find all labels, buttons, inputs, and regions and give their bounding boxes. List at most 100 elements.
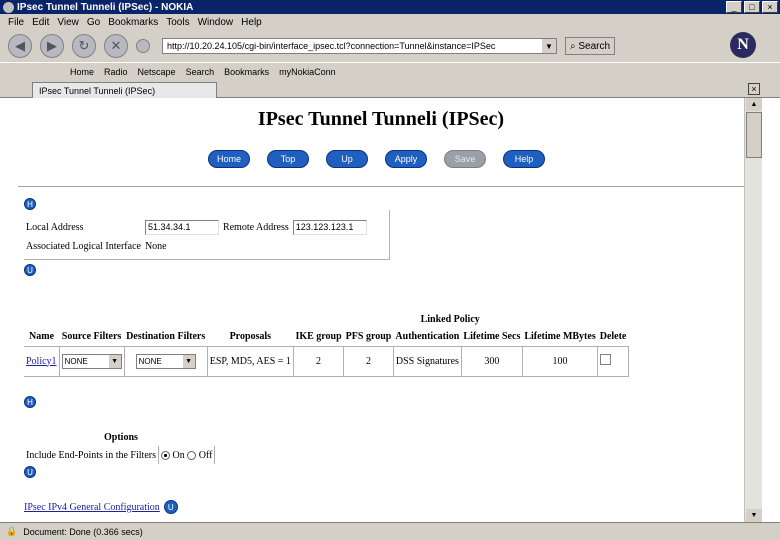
- linked-policy-heading: Linked Policy: [420, 313, 480, 325]
- url-field[interactable]: http://10.20.24.105/cgi-bin/interface_ip…: [162, 38, 557, 54]
- general-config-row: IPsec IPv4 General Configuration U: [24, 500, 178, 514]
- menu-edit[interactable]: Edit: [32, 17, 49, 28]
- save-button[interactable]: Save: [444, 150, 486, 168]
- tab-label: IPsec Tunnel Tunneli (IPSec): [39, 85, 156, 96]
- apply-button[interactable]: Apply: [385, 150, 427, 168]
- back-icon[interactable]: ◀: [8, 34, 32, 58]
- ike-group-value: 2: [293, 346, 345, 376]
- menu-bookmarks[interactable]: Bookmarks: [108, 17, 158, 28]
- col-proposals: Proposals: [229, 331, 272, 343]
- col-ike-group: IKE group: [295, 331, 342, 343]
- personal-bookmarks[interactable]: Bookmarks: [224, 67, 269, 77]
- personal-radio[interactable]: Radio: [104, 67, 128, 77]
- page-content: IPsec Tunnel Tunneli (IPSec) Home Top Up…: [18, 98, 744, 522]
- general-config-link[interactable]: IPsec IPv4 General Configuration: [24, 502, 160, 513]
- source-filter-select[interactable]: NONE ▼: [61, 353, 122, 369]
- linked-policy-table: Linked Policy Name Source Filters Destin…: [24, 310, 629, 377]
- scroll-thumb[interactable]: [746, 112, 762, 158]
- lifetime-secs-value: 300: [461, 346, 523, 376]
- col-pfs-group: PFS group: [345, 331, 392, 343]
- reload-icon[interactable]: ↻: [72, 34, 96, 58]
- personal-toolbar: Home Radio Netscape Search Bookmarks myN…: [0, 62, 780, 80]
- destination-filter-value: NONE: [138, 356, 162, 366]
- include-endpoints-label: Include End-Points in the Filters: [24, 446, 159, 464]
- top-button[interactable]: Top: [267, 150, 309, 168]
- forward-icon[interactable]: ▶: [40, 34, 64, 58]
- navigation-toolbar: ◀ ▶ ↻ ✕ http://10.20.24.105/cgi-bin/inte…: [0, 30, 780, 62]
- menu-tools[interactable]: Tools: [166, 17, 189, 28]
- radio-off[interactable]: [187, 450, 197, 460]
- search-button[interactable]: ⌕ Search: [565, 37, 616, 55]
- lifetime-mbytes-value: 100: [522, 346, 599, 376]
- menu-view[interactable]: View: [57, 17, 79, 28]
- url-dropdown-icon[interactable]: ▼: [542, 39, 556, 53]
- vertical-scrollbar[interactable]: ▲ ▼: [744, 98, 762, 522]
- personal-mynokiaconn[interactable]: myNokiaConn: [279, 67, 336, 77]
- search-label: Search: [578, 40, 611, 52]
- help-circle-icon[interactable]: H: [24, 396, 36, 408]
- page-title: IPsec Tunnel Tunneli (IPSec): [257, 108, 505, 130]
- delete-checkbox[interactable]: [600, 354, 612, 365]
- remote-address-label: Remote Address: [222, 222, 289, 233]
- local-address-label: Local Address: [26, 222, 84, 233]
- radio-off-label: Off: [198, 449, 213, 461]
- scroll-up-icon[interactable]: ▲: [746, 98, 762, 111]
- status-text: Document: Done (0.366 secs): [23, 526, 143, 537]
- up-circle-icon[interactable]: U: [163, 500, 178, 514]
- col-authentication: Authentication: [395, 331, 460, 343]
- window-title: IPsec Tunnel Tunneli (IPSec) - NOKIA: [17, 1, 194, 13]
- radio-on-label: On: [172, 449, 185, 461]
- authentication-value: DSS Signatures: [393, 346, 462, 376]
- remote-address-input[interactable]: 123.123.123.1: [292, 220, 367, 235]
- destination-filter-select[interactable]: NONE ▼: [135, 353, 196, 369]
- chevron-down-icon: ▼: [108, 354, 121, 368]
- status-bar: 🔒 Document: Done (0.366 secs): [0, 522, 780, 540]
- page-icon: [136, 39, 150, 53]
- personal-home[interactable]: Home: [70, 67, 94, 77]
- action-buttons: Home Top Up Apply Save Help: [208, 150, 562, 168]
- col-delete: Delete: [599, 331, 627, 343]
- maximize-button[interactable]: □: [744, 1, 760, 13]
- logical-interface-value: None: [144, 241, 167, 252]
- app-icon: [3, 1, 14, 13]
- col-destination-filters: Destination Filters: [126, 331, 206, 343]
- url-text: http://10.20.24.105/cgi-bin/interface_ip…: [167, 41, 496, 51]
- close-button[interactable]: ×: [762, 1, 778, 13]
- local-address-input[interactable]: 51.34.34.1: [144, 220, 219, 235]
- menu-window[interactable]: Window: [198, 17, 234, 28]
- personal-netscape[interactable]: Netscape: [138, 67, 176, 77]
- tab-bar: IPsec Tunnel Tunneli (IPSec) ×: [0, 80, 780, 98]
- up-circle-icon[interactable]: U: [24, 466, 36, 478]
- tab-ipsec-tunnel[interactable]: IPsec Tunnel Tunneli (IPSec): [32, 82, 217, 98]
- col-name: Name: [29, 331, 55, 343]
- help-button[interactable]: Help: [503, 150, 545, 168]
- help-circle-icon[interactable]: H: [24, 198, 36, 210]
- options-table: Options Include End-Points in the Filter…: [24, 428, 216, 464]
- window-titlebar: IPsec Tunnel Tunneli (IPSec) - NOKIA _ □…: [0, 0, 780, 14]
- up-circle-icon[interactable]: U: [24, 264, 36, 276]
- proposals-value: ESP, MD5, AES = 1: [207, 346, 294, 376]
- menu-file[interactable]: File: [8, 17, 24, 28]
- close-tab-icon[interactable]: ×: [748, 83, 760, 95]
- minimize-button[interactable]: _: [726, 1, 742, 13]
- stop-icon[interactable]: ✕: [104, 34, 128, 58]
- up-button[interactable]: Up: [326, 150, 368, 168]
- options-heading: Options: [104, 431, 138, 443]
- menu-go[interactable]: Go: [87, 17, 100, 28]
- policy-name-link[interactable]: Policy1: [26, 356, 57, 367]
- source-filter-value: NONE: [64, 356, 88, 366]
- col-lifetime-mbytes: Lifetime MBytes: [524, 331, 596, 343]
- home-button[interactable]: Home: [208, 150, 250, 168]
- radio-on[interactable]: [161, 450, 170, 460]
- search-icon: ⌕: [570, 40, 579, 52]
- personal-search[interactable]: Search: [186, 67, 215, 77]
- security-icon: 🔒: [6, 526, 18, 536]
- col-lifetime-secs: Lifetime Secs: [463, 331, 521, 343]
- table-row: Policy1 NONE ▼ NONE ▼ ESP, MD5, AES = 1 …: [24, 346, 629, 376]
- scroll-down-icon[interactable]: ▼: [746, 509, 762, 522]
- menu-help[interactable]: Help: [241, 17, 262, 28]
- col-source-filters: Source Filters: [61, 331, 122, 343]
- divider: [18, 186, 744, 187]
- address-table: Local Address 51.34.34.1 Remote Address …: [24, 218, 369, 256]
- chevron-down-icon: ▼: [182, 354, 195, 368]
